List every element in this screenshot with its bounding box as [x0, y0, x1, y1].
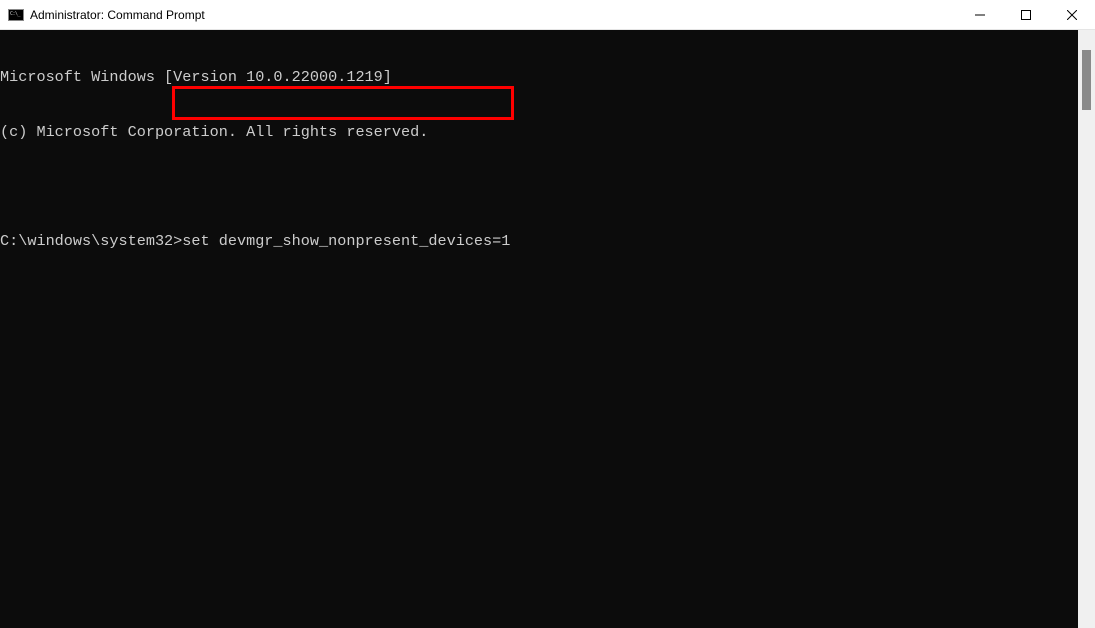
minimize-button[interactable]	[957, 0, 1003, 29]
highlight-annotation	[172, 86, 514, 120]
scrollbar-thumb[interactable]	[1082, 50, 1091, 110]
prompt-line: C:\windows\system32>set devmgr_show_nonp…	[0, 232, 1078, 250]
terminal-container: Microsoft Windows [Version 10.0.22000.12…	[0, 30, 1095, 628]
terminal-output[interactable]: Microsoft Windows [Version 10.0.22000.12…	[0, 30, 1078, 628]
title-bar: Administrator: Command Prompt	[0, 0, 1095, 30]
copyright-line: (c) Microsoft Corporation. All rights re…	[0, 123, 1078, 141]
blank-line	[0, 177, 1078, 195]
cmd-icon	[8, 7, 24, 23]
window-title: Administrator: Command Prompt	[30, 8, 957, 22]
command-text: set devmgr_show_nonpresent_devices=1	[182, 232, 510, 250]
vertical-scrollbar[interactable]	[1078, 30, 1095, 628]
window-controls	[957, 0, 1095, 29]
close-button[interactable]	[1049, 0, 1095, 29]
prompt-path: C:\windows\system32>	[0, 232, 182, 250]
maximize-button[interactable]	[1003, 0, 1049, 29]
version-line: Microsoft Windows [Version 10.0.22000.12…	[0, 68, 1078, 86]
